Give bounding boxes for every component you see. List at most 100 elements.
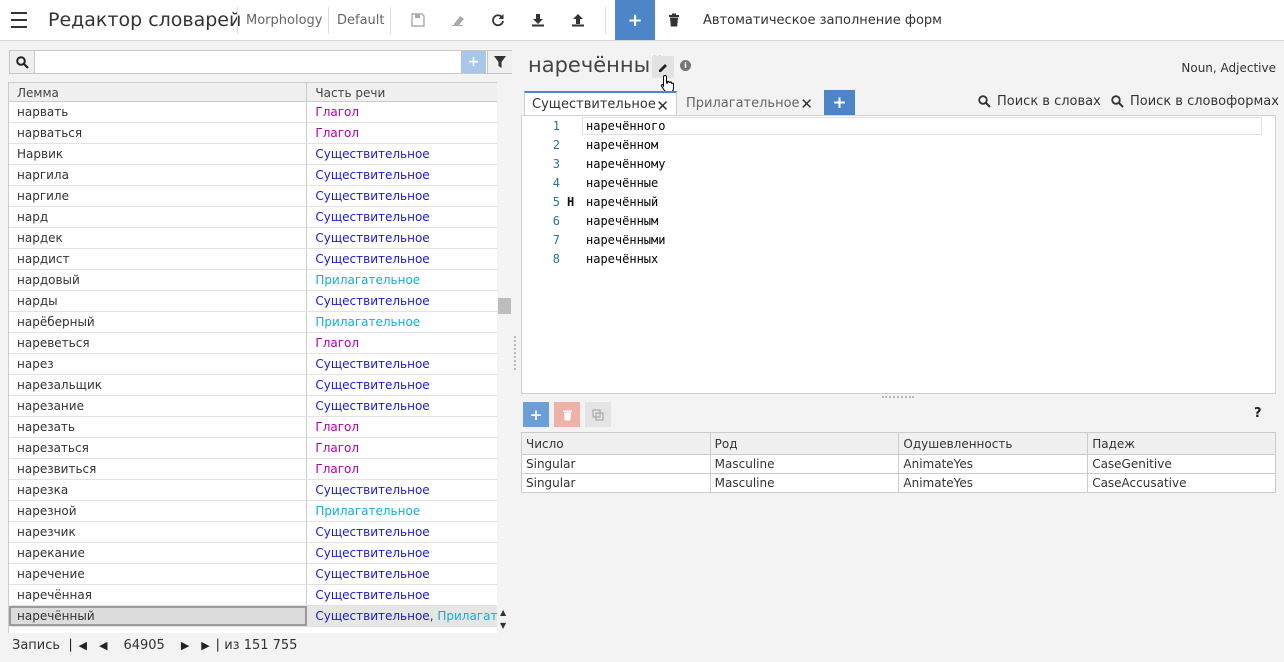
module-label[interactable]: Morphology	[246, 13, 322, 28]
scroll-down-arrow-icon[interactable]: ▼	[500, 621, 506, 630]
horizontal-splitter[interactable]	[882, 396, 914, 398]
tab-noun[interactable]: Существительное ✕	[524, 91, 677, 115]
lemma-cell[interactable]: нарёберный	[9, 312, 308, 332]
pos-cell[interactable]: Глагол	[307, 123, 497, 143]
wordform-line[interactable]: 1 наречённого	[522, 117, 1275, 136]
cell-animacy[interactable]: AnimateYes	[898, 473, 1089, 493]
pos-cell[interactable]: Существительное	[307, 564, 497, 584]
lemma-cell[interactable]: нарекание	[9, 543, 308, 563]
lemma-cell[interactable]: нарезальщик	[9, 375, 308, 395]
pos-cell[interactable]: Существительное	[307, 249, 497, 269]
pos-cell[interactable]: Существительное, Прилагательное	[307, 606, 497, 626]
scroll-up-arrow-icon[interactable]: ▲	[500, 608, 506, 617]
cell-case[interactable]: CaseAccusative	[1087, 473, 1276, 493]
scrollbar-thumb[interactable]	[498, 298, 511, 314]
lemma-cell[interactable]: нарваться	[9, 123, 308, 143]
pos-cell[interactable]: Существительное	[307, 396, 497, 416]
pos-cell[interactable]: Существительное	[307, 165, 497, 185]
lemma-cell[interactable]: нарвать	[9, 102, 308, 122]
download-icon[interactable]	[529, 11, 547, 29]
pos-cell[interactable]: Существительное	[307, 375, 497, 395]
lemma-cell[interactable]: нареветься	[9, 333, 308, 353]
pos-cell[interactable]: Существительное	[307, 543, 497, 563]
pos-cell[interactable]: Существительное	[307, 480, 497, 500]
column-header-animacy[interactable]: Одушевленность	[898, 432, 1089, 455]
add-filter-button[interactable]: +	[461, 51, 486, 73]
lemma-cell[interactable]: нарды	[9, 291, 308, 311]
lemma-cell[interactable]: нардек	[9, 228, 308, 248]
table-row[interactable]: нардист Существительное	[9, 249, 497, 270]
wordform-line[interactable]: 4 наречённые	[522, 174, 1275, 193]
lemma-cell[interactable]: нарез	[9, 354, 308, 374]
prev-page-icon[interactable]: ◀	[99, 639, 107, 652]
table-row[interactable]: наречённыйСуществительное, Прилагательно…	[9, 606, 497, 627]
table-row[interactable]: Singular Masculine AnimateYes CaseAccusa…	[521, 473, 1276, 493]
lemma-cell[interactable]: наргиле	[9, 186, 308, 206]
lemma-cell[interactable]: Нарвик	[9, 144, 308, 164]
lemma-cell[interactable]: нард	[9, 207, 308, 227]
column-header-gender[interactable]: Род	[709, 432, 900, 455]
lemma-cell[interactable]: нарезка	[9, 480, 308, 500]
trash-icon[interactable]	[667, 12, 683, 28]
pos-cell[interactable]: Глагол	[307, 459, 497, 479]
cell-animacy[interactable]: AnimateYes	[898, 454, 1089, 474]
column-header-pos[interactable]: Часть речи	[307, 83, 497, 101]
pos-cell[interactable]: Прилагательное	[307, 501, 497, 521]
wordform-text[interactable]: наречённых	[586, 252, 658, 266]
lemma-cell[interactable]: нардовый	[9, 270, 308, 290]
pos-cell[interactable]: Прилагательное	[307, 312, 497, 332]
search-icon[interactable]	[10, 51, 35, 73]
copy-grammeme-button[interactable]	[585, 402, 611, 427]
pos-cell[interactable]: Существительное	[307, 228, 497, 248]
table-row[interactable]: нарезчик Существительное	[9, 522, 497, 543]
wordform-text[interactable]: наречённым	[586, 214, 658, 228]
lemma-cell[interactable]: наречение	[9, 564, 308, 584]
lemma-cell[interactable]: наречённая	[9, 585, 308, 605]
table-row[interactable]: нареветься Глагол	[9, 333, 497, 354]
wordform-text[interactable]: наречённом	[586, 138, 658, 152]
pos-cell[interactable]: Глагол	[307, 438, 497, 458]
lemma-cell[interactable]: нарезать	[9, 417, 308, 437]
pos-cell[interactable]: Существительное	[307, 186, 497, 206]
scrollbar[interactable]	[497, 82, 512, 633]
close-icon[interactable]: ✕	[656, 97, 669, 115]
wordform-text[interactable]: наречённый	[586, 195, 658, 209]
table-row[interactable]: Нарвик Существительное	[9, 144, 497, 165]
table-row[interactable]: наречение Существительное	[9, 564, 497, 585]
cell-case[interactable]: CaseGenitive	[1087, 454, 1276, 474]
table-row[interactable]: нарезка Существительное	[9, 480, 497, 501]
next-page-icon[interactable]: ▶	[181, 639, 189, 652]
pos-cell[interactable]: Существительное	[307, 207, 497, 227]
table-row[interactable]: нарвать Глагол	[9, 102, 497, 123]
eraser-icon[interactable]	[449, 11, 467, 29]
refresh-icon[interactable]	[489, 11, 507, 29]
add-tab-button[interactable]: +	[824, 90, 855, 115]
table-row[interactable]: нардовый Прилагательное	[9, 270, 497, 291]
table-row[interactable]: наргиле Существительное	[9, 186, 497, 207]
cell-number[interactable]: Singular	[521, 454, 711, 474]
vertical-splitter[interactable]	[514, 336, 517, 370]
pos-cell[interactable]: Глагол	[307, 417, 497, 437]
table-row[interactable]: нарваться Глагол	[9, 123, 497, 144]
pos-cell[interactable]: Существительное	[307, 354, 497, 374]
save-icon[interactable]	[409, 11, 427, 29]
pos-cell[interactable]: Существительное	[307, 144, 497, 164]
info-icon[interactable]: i	[680, 60, 691, 71]
table-row[interactable]: нарезальщик Существительное	[9, 375, 497, 396]
column-header-lemma[interactable]: Лемма	[9, 83, 308, 101]
autofill-button[interactable]: Автоматическое заполнение форм	[703, 13, 942, 28]
cell-gender[interactable]: Masculine	[709, 473, 900, 493]
tab-adjective[interactable]: Прилагательное ✕	[679, 91, 820, 115]
column-header-number[interactable]: Число	[521, 432, 711, 455]
wordform-line[interactable]: 7 наречёнными	[522, 231, 1275, 250]
table-row[interactable]: наргила Существительное	[9, 165, 497, 186]
wordform-line[interactable]: 6 наречённым	[522, 212, 1275, 231]
table-row[interactable]: нарёберный Прилагательное	[9, 312, 497, 333]
pos-cell[interactable]: Прилагательное	[307, 270, 497, 290]
table-row[interactable]: нарезвиться Глагол	[9, 459, 497, 480]
last-page-icon[interactable]: ▶▕	[201, 639, 218, 652]
table-row[interactable]: нарез Существительное	[9, 354, 497, 375]
cell-number[interactable]: Singular	[521, 473, 711, 493]
delete-grammeme-button[interactable]	[554, 402, 580, 427]
table-row[interactable]: нарезаться Глагол	[9, 438, 497, 459]
